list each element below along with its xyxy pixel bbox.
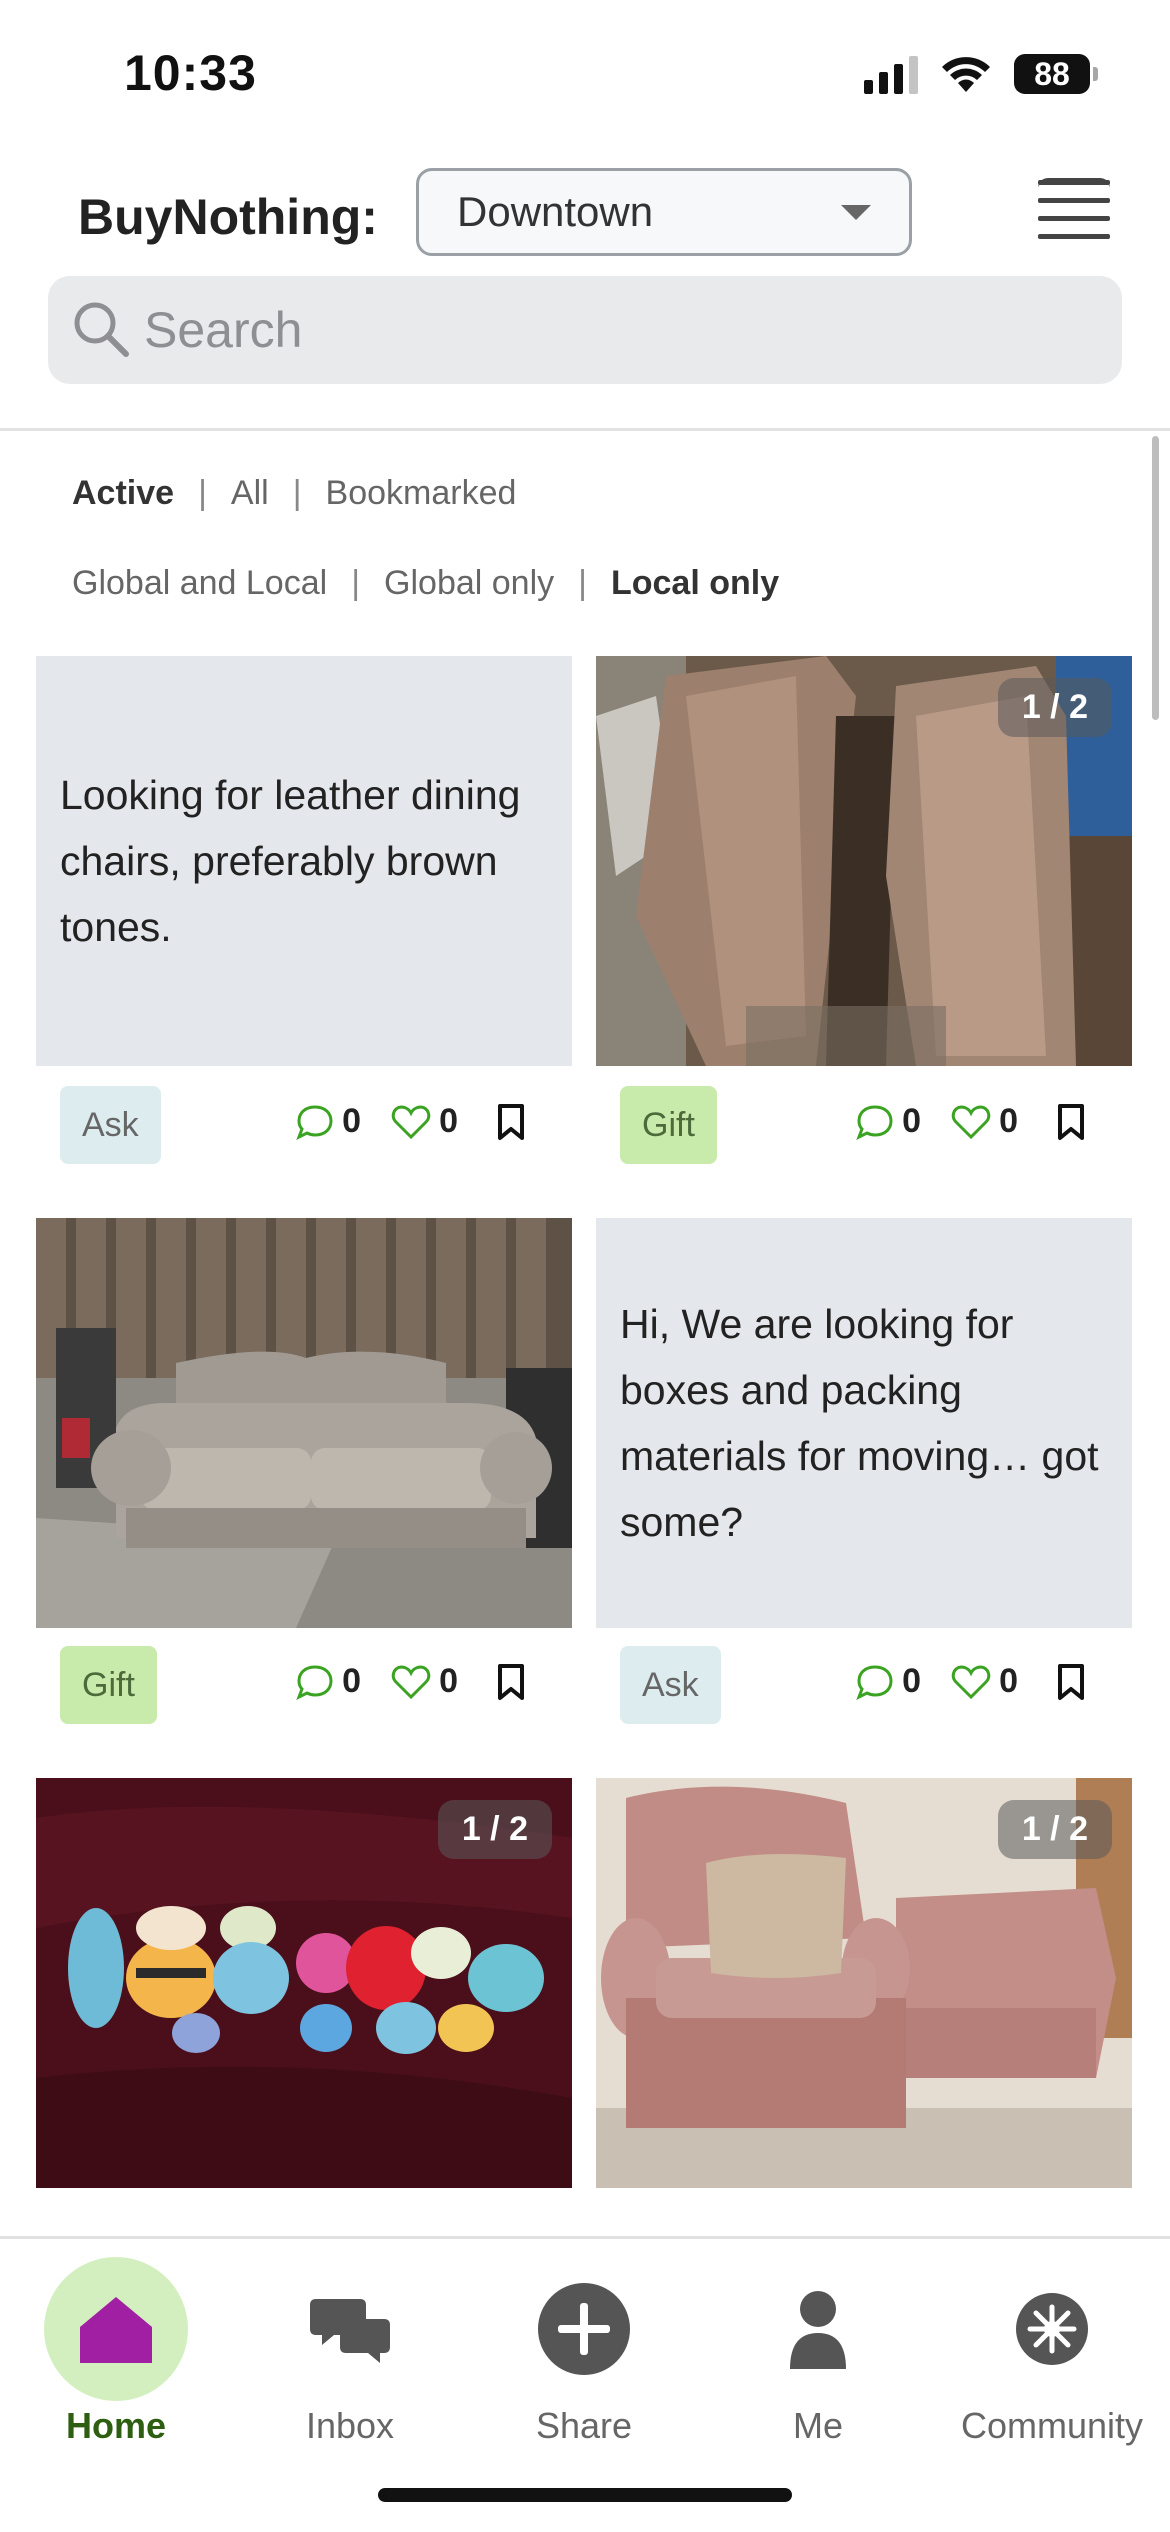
heart-icon[interactable] [391, 1664, 431, 1700]
comment-icon[interactable] [296, 1664, 334, 1700]
nav-home-highlight [44, 2257, 188, 2401]
post-card[interactable]: 1 / 2 [596, 1778, 1132, 2188]
photo-counter: 1 / 2 [437, 1800, 552, 1859]
bookmark-icon[interactable] [496, 1663, 526, 1701]
photo-counter: 1 / 2 [997, 1800, 1112, 1859]
home-icon [80, 2297, 152, 2363]
nav-share-label: Share [535, 2405, 633, 2446]
post-footer: Ask 0 0 [596, 1638, 1132, 1728]
location-dropdown-value: Downtown [457, 188, 654, 235]
plus-circle-icon [538, 2283, 630, 2375]
nav-inbox-label: Inbox [305, 2405, 395, 2446]
post-type-tag: Gift [60, 1646, 157, 1724]
post-type-tag: Ask [60, 1086, 161, 1164]
battery-icon: 88 [1014, 54, 1098, 94]
status-filter: Active | All | Bookmarked [72, 474, 516, 513]
post-card[interactable]: 1 / 2 [36, 1778, 572, 2188]
bookmark-icon[interactable] [496, 1103, 526, 1141]
filter-separator: | [351, 564, 361, 602]
post-footer: Ask 0 0 [36, 1078, 572, 1168]
status-bar: 10:33 88 [0, 0, 1170, 150]
filter-all[interactable]: All [231, 474, 269, 513]
menu-button[interactable] [1036, 174, 1114, 252]
filter-separator: | [198, 474, 207, 512]
search-placeholder: Search [144, 302, 303, 358]
location-dropdown[interactable]: Downtown [416, 168, 912, 256]
community-icon [1016, 2293, 1088, 2365]
post-actions: 0 0 [296, 1662, 526, 1701]
post-actions: 0 0 [296, 1102, 526, 1141]
search-icon [74, 302, 129, 357]
cellular-signal-icon [864, 54, 918, 94]
comment-count: 0 [342, 1102, 362, 1140]
nav-share[interactable]: Share [484, 2257, 684, 2447]
header-divider [0, 428, 1170, 431]
wifi-icon [942, 57, 990, 92]
battery-level: 88 [1034, 55, 1070, 92]
scope-filter: Global and Local | Global only | Local o… [72, 564, 779, 603]
bookmark-icon[interactable] [1056, 1663, 1086, 1701]
comment-count: 0 [902, 1102, 922, 1140]
heart-icon[interactable] [391, 1104, 431, 1140]
post-footer: Gift 0 0 [596, 1078, 1132, 1168]
comment-count: 0 [902, 1662, 922, 1700]
app-header: BuyNothing: Downtown [0, 160, 1170, 270]
post-card[interactable] [36, 1218, 572, 1628]
post-card[interactable]: 1 / 2 [596, 656, 1132, 1066]
filter-global-and-local[interactable]: Global and Local [72, 564, 327, 603]
post-footer: Gift 0 0 [36, 1638, 572, 1728]
filter-local-only[interactable]: Local only [611, 564, 779, 603]
status-time: 10:33 [124, 45, 257, 101]
chevron-down-icon [841, 205, 871, 220]
heart-icon[interactable] [951, 1104, 991, 1140]
gray-loveseat-photo [36, 1218, 572, 1628]
comment-icon[interactable] [856, 1104, 894, 1140]
like-count: 0 [999, 1662, 1018, 1700]
like-count: 0 [439, 1662, 458, 1700]
photo-counter: 1 / 2 [997, 678, 1112, 737]
filter-global-only[interactable]: Global only [384, 564, 554, 603]
post-actions: 0 0 [856, 1662, 1086, 1701]
filter-separator: | [292, 474, 302, 512]
nav-inbox[interactable]: Inbox [250, 2257, 450, 2447]
nav-me-label: Me [792, 2405, 843, 2446]
nav-home[interactable]: Home [16, 2257, 216, 2447]
filter-bookmarked[interactable]: Bookmarked [326, 474, 517, 513]
nav-community[interactable]: Community [952, 2257, 1152, 2447]
nav-me[interactable]: Me [718, 2257, 918, 2447]
list-menu-icon [1038, 178, 1110, 242]
post-actions: 0 0 [856, 1102, 1086, 1141]
comment-count: 0 [342, 1662, 362, 1700]
post-type-tag: Ask [620, 1646, 721, 1724]
status-icons: 88 [864, 54, 1098, 94]
post-text: Looking for leather dining chairs, prefe… [60, 772, 521, 950]
filter-active[interactable]: Active [72, 474, 174, 513]
like-count: 0 [439, 1102, 458, 1140]
person-icon [790, 2291, 846, 2369]
nav-community-label: Community [960, 2405, 1144, 2446]
nav-home-label: Home [65, 2405, 167, 2446]
post-card[interactable]: Looking for leather dining chairs, prefe… [36, 656, 572, 1066]
chat-bubbles-icon [310, 2299, 390, 2363]
post-card[interactable]: Hi, We are looking for boxes and packing… [596, 1218, 1132, 1628]
bookmark-icon[interactable] [1056, 1103, 1086, 1141]
brand-title: BuyNothing: [78, 189, 378, 245]
like-count: 0 [999, 1102, 1018, 1140]
filter-separator: | [578, 564, 587, 602]
comment-icon[interactable] [856, 1664, 894, 1700]
home-indicator [378, 2488, 792, 2502]
heart-icon[interactable] [951, 1664, 991, 1700]
post-text: Hi, We are looking for boxes and packing… [620, 1301, 1099, 1545]
comment-icon[interactable] [296, 1104, 334, 1140]
scrollbar[interactable] [1152, 436, 1159, 720]
post-type-tag: Gift [620, 1086, 717, 1164]
search-input[interactable]: Search [48, 276, 1122, 384]
